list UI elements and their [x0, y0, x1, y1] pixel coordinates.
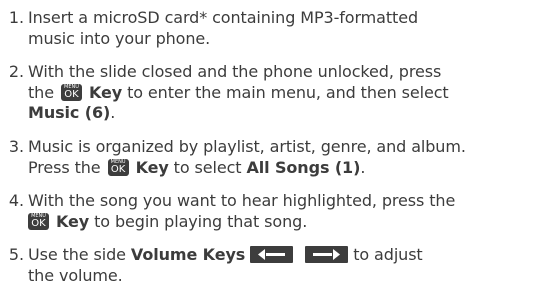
text-run: Use the side: [28, 245, 126, 264]
menu-item-name: All Songs (1): [246, 157, 361, 177]
step-number: 4.: [8, 191, 24, 210]
menu-ok-key-icon: MENU OK: [28, 212, 49, 230]
step-number: 2.: [8, 62, 24, 81]
step-line: Music is organized by playlist, artist, …: [28, 137, 466, 156]
text-run: Press the: [28, 157, 101, 177]
text-run: .: [360, 157, 366, 177]
text-run: .: [110, 103, 116, 122]
step-line: Use the side Volume Keys to adjust: [28, 245, 423, 266]
key-icon-ok-label: OK: [64, 88, 79, 100]
menu-ok-key-icon: MENU OK: [107, 158, 129, 176]
step-line: Press the MENU OK Key to select All Songs…: [28, 158, 466, 179]
step-number: 1.: [8, 8, 24, 27]
key-icon-ok-label: OK: [110, 163, 126, 175]
step-line: With the song you want to hear highlight…: [28, 191, 456, 210]
key-label: Key: [135, 157, 169, 177]
menu-item-name: Music (6): [28, 103, 111, 122]
text-run: to enter the main menu, and then select: [127, 82, 449, 102]
volume-down-key-icon: [250, 246, 294, 263]
step-line: MENU OK Key to begin playing that song.: [28, 212, 455, 233]
step-text: With the slide closed and the phone unlo…: [28, 62, 449, 124]
step-text: Insert a microSD card* containing MP3-fo…: [28, 8, 418, 49]
step-text: With the song you want to hear highlight…: [28, 191, 455, 232]
text-run: to select: [173, 157, 242, 177]
step-line: music into your phone.: [28, 28, 211, 48]
text-run: the: [28, 82, 54, 102]
step-line: the volume.: [28, 265, 123, 285]
key-label: Key: [56, 211, 90, 231]
step-text: Use the side Volume Keys to adjust the v…: [28, 245, 423, 286]
step-line: With the slide closed and the phone unlo…: [28, 62, 442, 81]
step-number: 3.: [8, 137, 24, 156]
step-line: the MENU OK Key to enter the main menu, a…: [28, 83, 449, 104]
step-text: Music is organized by playlist, artist, …: [28, 137, 466, 178]
key-label: Key: [88, 82, 123, 102]
step-number: 5.: [8, 245, 24, 264]
step-line: Insert a microSD card* containing MP3-fo…: [28, 8, 418, 27]
key-icon-ok-label: OK: [31, 217, 46, 229]
text-run: to begin playing that song.: [94, 211, 308, 231]
menu-ok-key-icon: MENU OK: [60, 83, 82, 101]
step-line: Music (6).: [28, 103, 449, 124]
key-label: Volume Keys: [130, 245, 246, 264]
text-run: to adjust: [353, 245, 423, 264]
volume-up-key-icon: [305, 246, 349, 263]
